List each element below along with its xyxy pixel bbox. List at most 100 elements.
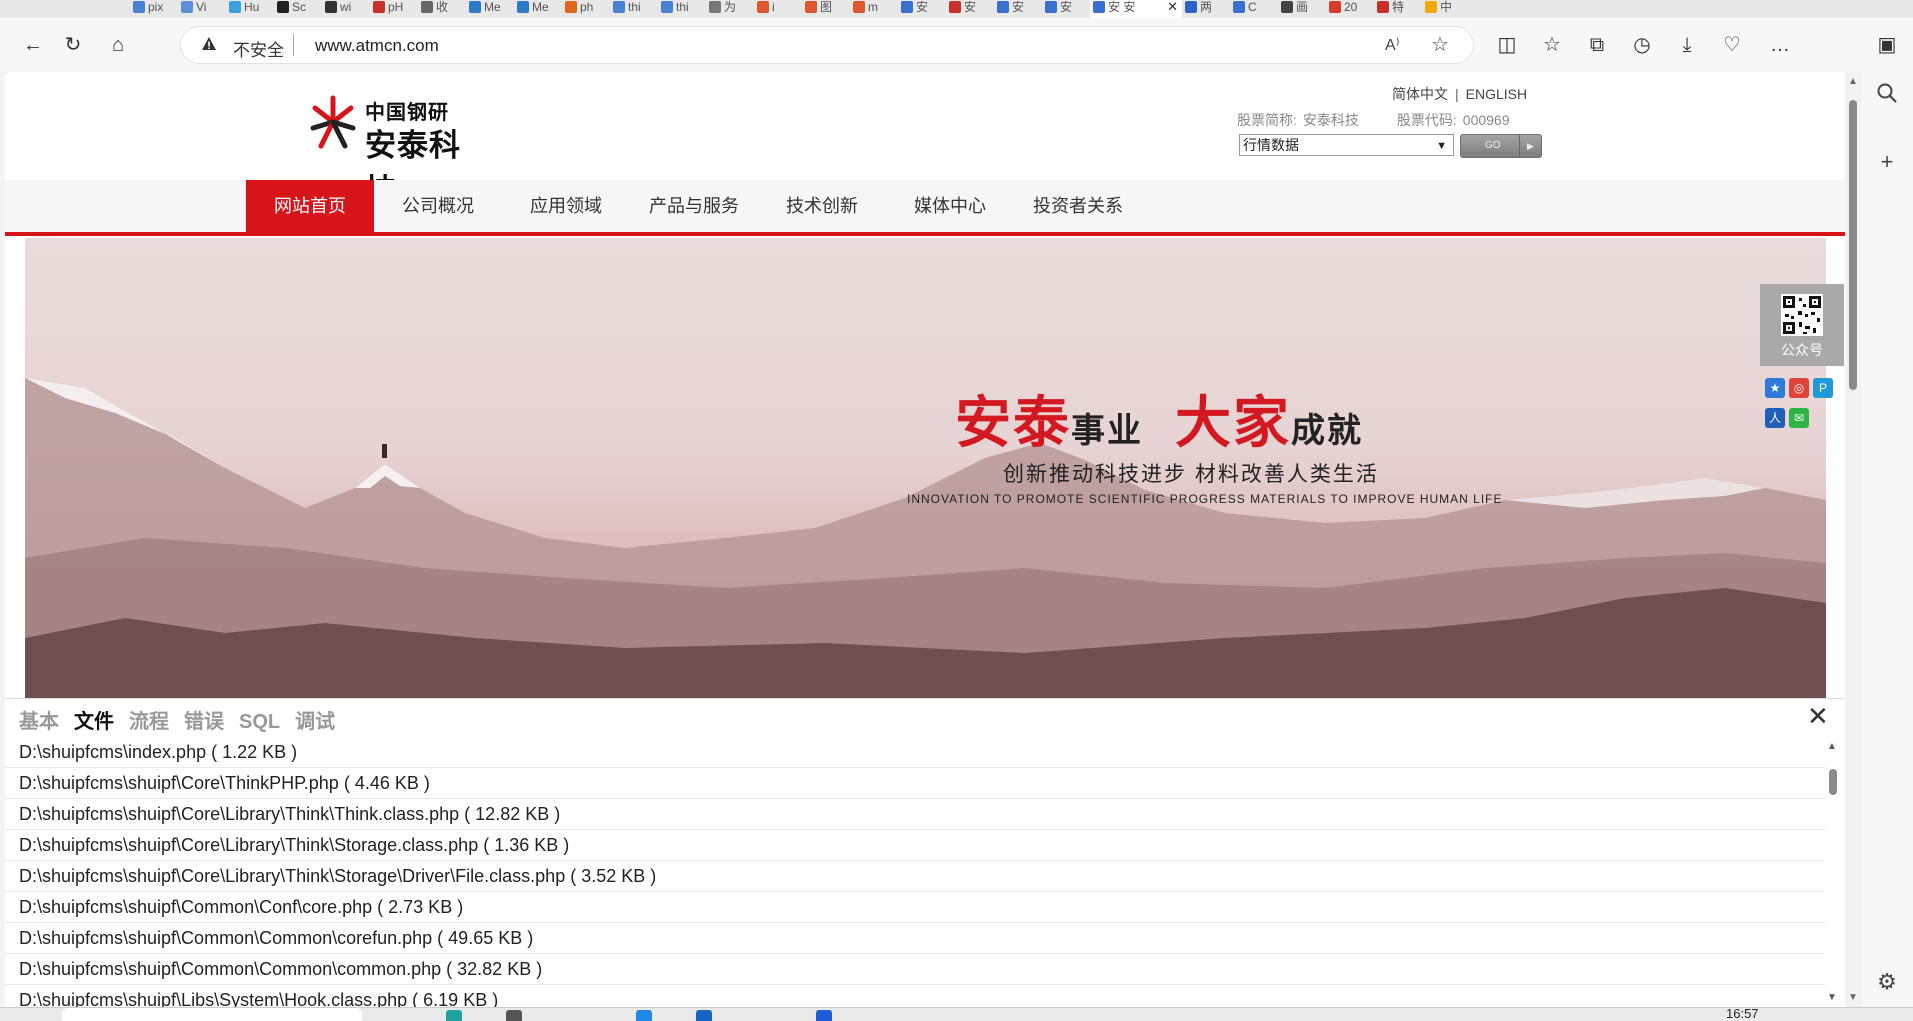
lang-cn-link[interactable]: 简体中文 (1392, 86, 1448, 102)
history-icon[interactable]: ◷ (1627, 31, 1657, 61)
browser-tab[interactable]: 特 (1374, 0, 1418, 18)
browser-tab[interactable]: 安 安 ✕ (1090, 0, 1182, 18)
browser-tab[interactable]: Sc (274, 0, 318, 18)
debug-tab[interactable]: 调试 (295, 705, 335, 734)
search-icon[interactable] (1873, 82, 1901, 110)
lang-en-link[interactable]: ENGLISH (1466, 86, 1527, 102)
scroll-down-icon[interactable]: ▼ (1827, 992, 1837, 1003)
browser-tab[interactable]: 安 (946, 0, 990, 18)
browser-tab[interactable]: Me (514, 0, 558, 18)
nav-item[interactable]: 应用领域 (502, 180, 630, 232)
warning-icon[interactable] (201, 36, 217, 57)
scroll-down-icon[interactable]: ▼ (1848, 992, 1858, 1003)
tab-favicon-icon (901, 1, 913, 13)
nav-item[interactable]: 技术创新 (758, 180, 886, 232)
taskbar-app-icon[interactable] (446, 1010, 462, 1021)
taskbar-active-app[interactable] (62, 1008, 362, 1021)
browser-tab[interactable]: ph (562, 0, 606, 18)
taskbar-app-icon[interactable] (816, 1010, 832, 1021)
browser-tab[interactable]: i (754, 0, 798, 18)
collections-icon[interactable]: ⧉ (1582, 31, 1612, 61)
market-select-value: 行情数据 (1243, 137, 1299, 153)
tab-close-icon[interactable]: ✕ (1167, 0, 1178, 14)
browser-tab[interactable]: Me (466, 0, 510, 18)
nav-item[interactable]: 投资者关系 (1014, 180, 1142, 232)
downloads-icon[interactable]: ⤓ (1672, 31, 1702, 61)
tab-label: pix (148, 0, 164, 14)
browser-tab[interactable]: 收 (418, 0, 462, 18)
split-screen-icon[interactable]: ◫ (1492, 31, 1522, 61)
tencent-icon[interactable]: P (1813, 378, 1833, 398)
browser-tab[interactable]: pH (370, 0, 414, 18)
settings-gear-icon[interactable]: ⚙ (1873, 968, 1901, 996)
browser-sidebar: + ⚙ (1861, 72, 1913, 1007)
browser-tab[interactable]: m (850, 0, 894, 18)
weibo-icon[interactable]: ◎ (1789, 378, 1809, 398)
tab-label: Vi (196, 0, 207, 14)
read-aloud-icon[interactable]: A⁾ (1385, 35, 1400, 55)
go-button[interactable]: GO ▶ (1460, 134, 1542, 158)
taskbar-app-icon[interactable] (506, 1010, 522, 1021)
scroll-thumb[interactable] (1849, 100, 1857, 390)
browser-tab[interactable]: 安 (898, 0, 942, 18)
chevron-down-icon: ▼ (1436, 140, 1447, 152)
debug-tab[interactable]: 文件 (74, 705, 114, 734)
browser-tab[interactable]: Hu (226, 0, 270, 18)
debug-tab[interactable]: 基本 (19, 705, 59, 734)
insecure-label[interactable]: 不安全 (233, 36, 284, 61)
vpn-icon[interactable]: ♡ (1717, 31, 1747, 61)
debug-tab[interactable]: 流程 (129, 705, 169, 734)
tab-label: 特 (1392, 0, 1405, 14)
wechat-qr-widget[interactable]: 公众号 (1760, 284, 1844, 366)
refresh-icon[interactable]: ↻ (58, 31, 88, 61)
more-menu-icon[interactable]: … (1765, 31, 1795, 61)
nav-item[interactable]: 产品与服务 (630, 180, 758, 232)
tab-favicon-icon (133, 1, 145, 13)
browser-tab[interactable]: thi (610, 0, 654, 18)
tab-favicon-icon (853, 1, 865, 13)
browser-tab[interactable]: 20 (1326, 0, 1370, 18)
close-icon[interactable]: ✕ (1807, 703, 1829, 729)
qzone-icon[interactable]: ★ (1765, 378, 1785, 398)
address-bar[interactable]: 不安全 www.atmcn.com A⁾ ☆ (180, 26, 1474, 64)
debug-tab[interactable]: 错误 (184, 705, 224, 734)
renren-icon[interactable]: 人 (1765, 408, 1785, 428)
browser-tab[interactable]: 中 (1422, 0, 1466, 18)
url-text[interactable]: www.atmcn.com (315, 36, 439, 56)
browser-tab[interactable]: 图 (802, 0, 846, 18)
browser-tab[interactable]: 安 (1042, 0, 1086, 18)
page-scrollbar[interactable]: ▲ ▼ (1845, 72, 1861, 1007)
tab-label: thi (676, 0, 689, 14)
browser-tab[interactable]: 为 (706, 0, 750, 18)
browser-tab[interactable]: Vi (178, 0, 222, 18)
browser-tab[interactable]: thi (658, 0, 702, 18)
nav-item[interactable]: 网站首页 (246, 180, 374, 232)
site-logo[interactable]: 中国钢研 安泰科技 (307, 94, 487, 208)
scroll-thumb[interactable] (1829, 769, 1837, 795)
tab-favicon-icon (949, 1, 961, 13)
back-icon[interactable]: ← (18, 31, 48, 61)
scroll-up-icon[interactable]: ▲ (1848, 76, 1858, 87)
home-icon[interactable]: ⌂ (103, 31, 133, 61)
add-icon[interactable]: + (1873, 148, 1901, 176)
nav-item[interactable]: 媒体中心 (886, 180, 1014, 232)
browser-tab[interactable]: 两 (1182, 0, 1226, 18)
nav-item[interactable]: 公司概况 (374, 180, 502, 232)
tab-favicon-icon (1281, 1, 1293, 13)
debug-scrollbar[interactable]: ▲ ▼ (1827, 741, 1839, 1003)
browser-tab[interactable]: 安 (994, 0, 1038, 18)
taskbar-app-icon[interactable] (696, 1010, 712, 1021)
scroll-up-icon[interactable]: ▲ (1827, 741, 1837, 752)
browser-tab[interactable]: wi (322, 0, 366, 18)
market-data-select[interactable]: 行情数据 ▼ (1239, 134, 1454, 156)
debug-tab[interactable]: SQL (239, 711, 280, 734)
browser-tab[interactable]: 画 (1278, 0, 1322, 18)
favorites-icon[interactable]: ☆ (1537, 31, 1567, 61)
browser-tab[interactable]: pix (130, 0, 174, 18)
taskbar-app-icon[interactable] (636, 1010, 652, 1021)
browser-tab[interactable]: C (1230, 0, 1274, 18)
sidebar-toggle-icon[interactable]: ▣ (1872, 31, 1902, 61)
tab-label: C (1248, 0, 1257, 14)
favorite-star-icon[interactable]: ☆ (1431, 32, 1449, 57)
wechat-icon[interactable]: ✉ (1789, 408, 1809, 428)
